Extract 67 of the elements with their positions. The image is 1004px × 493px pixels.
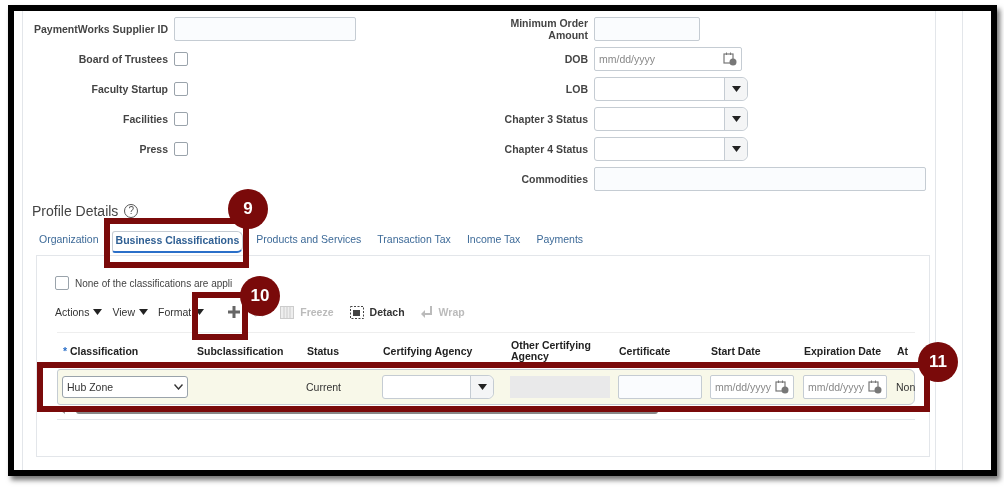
column-header[interactable]: Certifying Agency	[377, 345, 505, 357]
column-header[interactable]: Certificate	[613, 345, 705, 357]
field-label: Minimum Order Amount	[509, 17, 588, 41]
column-header[interactable]: At	[891, 345, 915, 357]
caret-icon	[731, 86, 741, 92]
column-header[interactable]: Other Certifying Agency	[505, 340, 613, 362]
checkbox[interactable]	[174, 112, 188, 126]
select-field[interactable]	[594, 107, 748, 131]
checkbox-label: None of the classifications are appli	[75, 277, 233, 289]
checkbox[interactable]	[174, 52, 188, 66]
tab[interactable]: Transaction Tax	[374, 231, 454, 253]
field-label: DOB	[564, 53, 588, 65]
caret-icon	[139, 309, 148, 315]
text-field[interactable]	[174, 17, 356, 41]
calendar-icon[interactable]	[723, 52, 737, 66]
checkbox[interactable]	[174, 142, 188, 156]
select-field[interactable]	[594, 137, 748, 161]
field-label: PaymentWorks Supplier ID	[34, 23, 168, 35]
tab[interactable]: Business Classifications	[111, 231, 244, 253]
grid-icon	[280, 305, 295, 319]
field-label: Facilities	[123, 113, 168, 125]
text-field[interactable]	[618, 375, 702, 399]
dashed-square-icon	[349, 305, 364, 319]
tab[interactable]: Products and Services	[253, 231, 365, 253]
column-header[interactable]: Status	[301, 345, 377, 357]
tab[interactable]: Payments	[533, 231, 587, 253]
calendar-icon[interactable]	[868, 380, 882, 394]
column-header[interactable]: Subclassification	[191, 345, 301, 357]
tab[interactable]: Organization	[36, 231, 102, 253]
column-header[interactable]: Start Date	[705, 345, 798, 357]
date-field[interactable]: mm/dd/yyyy	[594, 47, 742, 71]
field-label: Board of Trustees	[78, 53, 168, 65]
calendar-icon[interactable]	[775, 380, 789, 394]
table-cell: Current	[306, 381, 341, 393]
field-label: Press	[139, 143, 168, 155]
menu-button[interactable]: View	[112, 306, 148, 318]
select-field[interactable]	[382, 375, 494, 399]
caret-icon	[477, 384, 487, 390]
table-row[interactable]: Hub Zone Current mm/dd/yyyy mm/dd/yyyy Non	[57, 369, 915, 405]
toolbar-button[interactable]: Detach	[349, 305, 405, 319]
text-field[interactable]	[594, 17, 700, 41]
date-field[interactable]: mm/dd/yyyy	[803, 375, 887, 399]
field-label: Chapter 3 Status	[504, 113, 588, 125]
return-arrow-icon	[420, 305, 433, 319]
caret-icon	[93, 309, 103, 315]
column-header[interactable]: Expiration Date	[798, 345, 891, 357]
date-field[interactable]: mm/dd/yyyy	[710, 375, 794, 399]
select-field[interactable]: Hub Zone	[62, 376, 188, 398]
select-field[interactable]	[594, 77, 748, 101]
chevron-icon	[174, 384, 183, 390]
field-label: LOB	[565, 83, 588, 95]
checkbox[interactable]	[174, 82, 188, 96]
tab[interactable]: Income Tax	[463, 231, 524, 253]
caret-icon	[731, 116, 741, 122]
menu-button[interactable]: Format	[158, 306, 205, 318]
field-label: Commodities	[521, 173, 588, 185]
menu-button[interactable]: Actions	[55, 306, 103, 318]
section-title: Profile Details	[32, 203, 119, 219]
text-field[interactable]	[594, 167, 926, 191]
table-cell: Non	[896, 381, 915, 393]
field-label: Chapter 4 Status	[504, 143, 588, 155]
checkbox[interactable]	[55, 276, 69, 290]
field-label: Faculty Startup	[91, 83, 168, 95]
add-icon[interactable]	[228, 306, 241, 318]
caret-icon	[731, 146, 741, 152]
caret-icon	[195, 309, 205, 315]
column-header[interactable]: * Classification	[57, 345, 191, 357]
